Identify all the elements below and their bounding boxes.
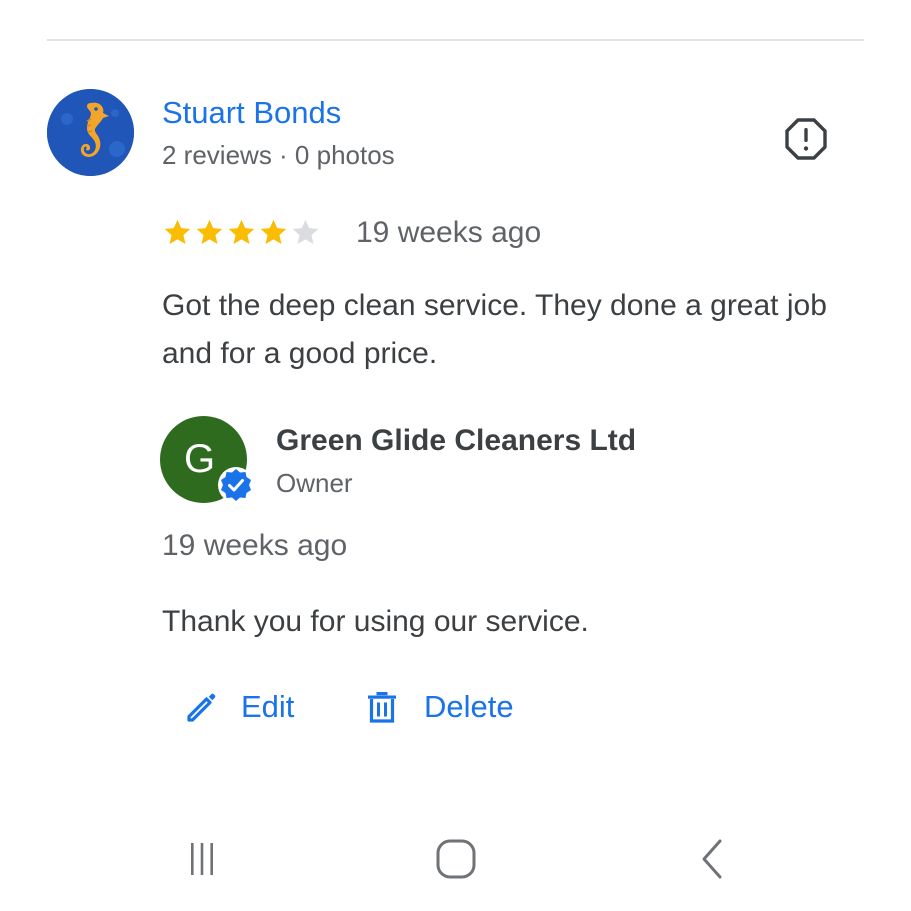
star-filled-icon bbox=[164, 219, 191, 244]
review-text: Got the deep clean service. They done a … bbox=[162, 289, 827, 370]
star-rating bbox=[162, 214, 321, 250]
delete-label: Delete bbox=[424, 689, 514, 724]
pencil-icon bbox=[187, 693, 216, 722]
reviewer-name[interactable]: Stuart Bonds bbox=[162, 94, 341, 132]
star-empty-icon bbox=[292, 219, 319, 244]
home-button[interactable] bbox=[426, 834, 486, 884]
recents-icon bbox=[191, 843, 213, 875]
trash-icon bbox=[368, 692, 396, 723]
back-button[interactable] bbox=[682, 834, 742, 884]
report-flag-icon bbox=[785, 118, 827, 160]
reply-time: 19 weeks ago bbox=[162, 529, 348, 562]
star-filled-icon bbox=[196, 219, 223, 244]
verified-badge-icon bbox=[218, 467, 254, 503]
recents-button[interactable] bbox=[172, 834, 232, 884]
reviewer-meta: 2 reviews · 0 photos bbox=[162, 140, 395, 170]
owner-role: Owner bbox=[276, 468, 353, 498]
system-navigation-bar bbox=[0, 820, 911, 900]
seahorse-avatar-image bbox=[47, 89, 134, 176]
review-card: Stuart Bonds 2 reviews · 0 photos 19 wee… bbox=[0, 0, 911, 911]
back-icon bbox=[702, 839, 722, 879]
delete-button[interactable]: Delete bbox=[364, 684, 514, 730]
reply-text: Thank you for using our service. bbox=[162, 605, 589, 638]
star-filled-icon bbox=[260, 219, 287, 244]
review-time: 19 weeks ago bbox=[356, 216, 542, 249]
top-divider bbox=[47, 39, 864, 41]
report-button[interactable] bbox=[782, 115, 830, 163]
edit-button[interactable]: Edit bbox=[183, 684, 294, 730]
owner-avatar-letter: G bbox=[183, 436, 216, 481]
edit-label: Edit bbox=[241, 689, 295, 724]
owner-name: Green Glide Cleaners Ltd bbox=[276, 424, 637, 457]
star-filled-icon bbox=[228, 219, 255, 244]
home-icon bbox=[436, 839, 476, 879]
reviewer-avatar[interactable] bbox=[47, 89, 134, 176]
